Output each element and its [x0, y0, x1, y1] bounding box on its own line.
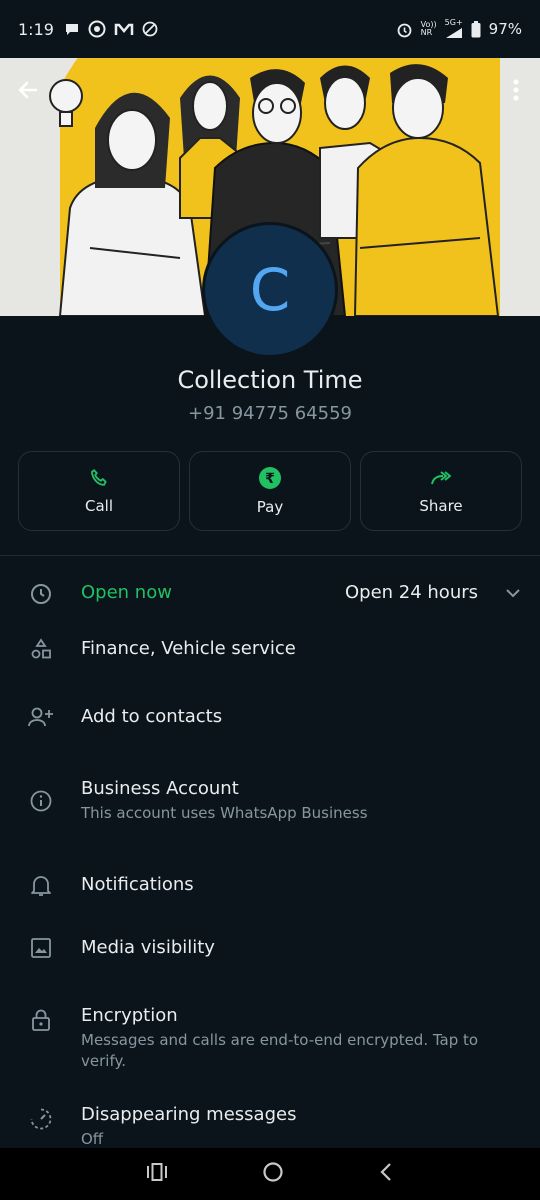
encryption-title: Encryption — [81, 1005, 178, 1026]
encryption-subtitle: Messages and calls are end-to-end encryp… — [81, 1031, 479, 1070]
phone-icon — [91, 469, 107, 486]
clock-icon-wrap — [28, 581, 54, 607]
section-divider — [0, 555, 540, 556]
business-account-title: Business Account — [81, 778, 239, 799]
pay-button[interactable]: ₹ Pay — [189, 451, 351, 531]
avatar-letter: C — [249, 256, 291, 324]
more-options-button[interactable] — [506, 76, 526, 104]
m-app-icon — [114, 23, 134, 35]
chat-bubble-icon — [65, 24, 78, 35]
action-buttons: Call ₹ Pay Share — [18, 451, 522, 531]
business-hours-text: Open 24 hours — [344, 582, 478, 603]
chevron-left-icon — [380, 1163, 391, 1181]
network-indicator: 5G+ — [445, 19, 463, 39]
disappearing-messages-row[interactable]: Disappearing messages Off — [0, 1102, 540, 1148]
do-not-disturb-icon — [142, 21, 158, 37]
open-now-status: Open now — [81, 582, 172, 603]
contact-name: Collection Time — [177, 366, 363, 394]
disappearing-title: Disappearing messages — [81, 1104, 297, 1125]
media-visibility-row[interactable]: Media visibility — [0, 935, 540, 965]
clock-icon — [31, 584, 51, 604]
call-label: Call — [84, 497, 113, 515]
business-account-row[interactable]: Business Account This account uses Whats… — [0, 776, 540, 830]
category-shapes-icon — [31, 638, 51, 659]
more-vertical-icon — [513, 79, 519, 101]
rupee-icon: ₹ — [259, 467, 281, 489]
notifications-row[interactable]: Notifications — [0, 872, 540, 902]
category-row: Finance, Vehicle service — [0, 636, 540, 666]
signal-icon — [445, 28, 462, 38]
image-icon — [31, 938, 51, 958]
add-to-contacts-label: Add to contacts — [81, 706, 223, 727]
arrow-left-icon — [18, 81, 38, 99]
category-text: Finance, Vehicle service — [81, 638, 296, 659]
encryption-row[interactable]: Encryption Messages and calls are end-to… — [0, 1003, 540, 1075]
battery-percent: 97% — [488, 20, 522, 38]
whatsapp-icon — [88, 20, 106, 38]
lock-icon — [32, 1009, 50, 1031]
battery-icon — [471, 20, 481, 37]
timer-icon — [30, 1108, 52, 1130]
system-navigation-bar — [0, 1148, 540, 1200]
status-bar: 1:19 Vo)) NR 5G+ 97% — [0, 0, 540, 58]
share-label: Share — [419, 497, 463, 515]
status-system-icons: Vo)) NR 5G+ 97% — [396, 19, 522, 39]
back-nav-button[interactable] — [379, 1162, 393, 1186]
volte-indicator: Vo)) NR — [420, 20, 437, 37]
alarm-icon — [397, 23, 412, 37]
profile-avatar[interactable]: C — [202, 222, 338, 358]
business-hours-row[interactable]: Open now Open 24 hours — [0, 578, 540, 612]
svg-text:₹: ₹ — [265, 471, 275, 487]
share-icon — [431, 471, 451, 485]
disappearing-subtitle: Off — [81, 1130, 104, 1148]
recents-button[interactable] — [147, 1163, 168, 1185]
call-button[interactable]: Call — [18, 451, 180, 531]
media-visibility-label: Media visibility — [81, 937, 215, 958]
recents-icon — [147, 1163, 168, 1181]
status-notification-icons — [64, 20, 158, 38]
pay-label: Pay — [256, 498, 284, 516]
home-circle-icon — [263, 1162, 283, 1182]
share-button[interactable]: Share — [360, 451, 522, 531]
info-icon — [30, 790, 52, 812]
notifications-label: Notifications — [81, 874, 194, 895]
chevron-down-icon — [506, 589, 520, 598]
bell-icon — [31, 876, 51, 896]
category-icon-wrap — [28, 636, 54, 662]
business-account-subtitle: This account uses WhatsApp Business — [81, 804, 368, 822]
home-button[interactable] — [262, 1161, 284, 1187]
back-button[interactable] — [14, 76, 42, 104]
add-to-contacts-row[interactable]: Add to contacts — [0, 704, 540, 734]
status-time: 1:19 — [18, 19, 54, 39]
add-person-icon — [28, 707, 53, 727]
contact-phone: +91 94775 64559 — [188, 403, 352, 424]
